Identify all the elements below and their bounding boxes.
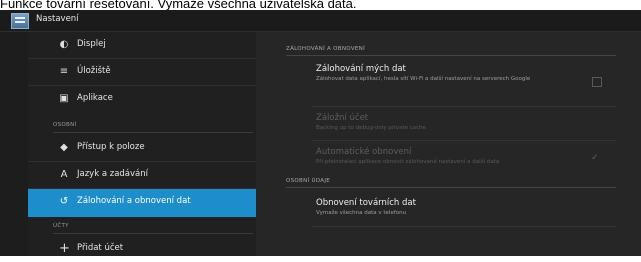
pref-divider xyxy=(311,226,616,227)
action-bar-title: Nastavení xyxy=(36,14,79,24)
pref-divider xyxy=(311,106,616,107)
pref-summary: Vymaže všechna data v telefonu xyxy=(316,210,407,216)
sidebar-header-personal: OSOBNÍ xyxy=(53,122,77,128)
pref-summary: Backing up to debug-only private cache xyxy=(316,125,426,131)
section-header-personal-data: OSOBNÍ ÚDAJE xyxy=(286,178,331,184)
backup-checkbox[interactable] xyxy=(592,77,602,87)
sidebar-item-storage[interactable]: ≡ Úložiště xyxy=(28,59,256,86)
settings-sidebar: ◐ Displej ≡ Úložiště ▣ Aplikace OSOBNÍ ◆… xyxy=(28,32,256,256)
pref-factory-reset[interactable]: Obnovení továrních dat Vymaže všechna da… xyxy=(316,198,616,217)
pref-title: Zálohování mých dat xyxy=(316,64,406,74)
sidebar-item-add-account[interactable]: + Přidat účet xyxy=(28,236,256,262)
sidebar-item-label: Aplikace xyxy=(77,93,113,103)
settings-app-icon[interactable] xyxy=(11,13,29,29)
sidebar-item-language[interactable]: A Jazyk a zadávání xyxy=(28,162,256,189)
section-header-backup: ZÁLOHOVÁNÍ A OBNOVENÍ xyxy=(286,46,365,52)
sidebar-item-backup[interactable]: ↺ Zálohování a obnovení dat xyxy=(28,189,256,217)
action-bar: Nastavení xyxy=(0,10,641,32)
sidebar-item-label: Přístup k poloze xyxy=(77,142,145,152)
checkmark-icon: ✓ xyxy=(591,153,599,163)
sidebar-item-label: Jazyk a zadávání xyxy=(77,169,149,179)
sidebar-header-accounts: ÚČTY xyxy=(53,223,69,229)
pref-title: Obnovení továrních dat xyxy=(316,198,416,208)
android-settings-screen: Nastavení ◐ Displej ≡ Úložiště ▣ Aplikac… xyxy=(0,10,641,256)
pref-divider xyxy=(311,140,616,141)
sidebar-item-label: Zálohování a obnovení dat xyxy=(77,196,191,206)
pref-backup-account: Záložní účet Backing up to debug-only pr… xyxy=(316,113,616,132)
storage-icon: ≡ xyxy=(59,66,69,77)
backup-icon: ↺ xyxy=(59,196,69,207)
pref-title: Záložní účet xyxy=(316,113,369,123)
apps-icon: ▣ xyxy=(59,93,69,104)
header-divider xyxy=(53,132,253,133)
settings-content: ZÁLOHOVÁNÍ A OBNOVENÍ Zálohování mých da… xyxy=(256,32,641,256)
sidebar-item-label: Úložiště xyxy=(77,66,111,76)
pref-title: Automatické obnovení xyxy=(316,147,412,157)
sidebar-item-label: Přidat účet xyxy=(77,243,124,253)
section-divider xyxy=(286,187,616,188)
sidebar-item-label: Displej xyxy=(77,39,106,49)
header-divider xyxy=(53,233,253,234)
location-icon: ◆ xyxy=(60,142,68,153)
pref-auto-restore: Automatické obnovení Při přeinstalaci ap… xyxy=(316,147,616,166)
section-divider xyxy=(286,55,616,56)
sidebar-item-apps[interactable]: ▣ Aplikace xyxy=(28,86,256,112)
plus-icon: + xyxy=(59,241,70,256)
pref-summary: Při přeinstalaci aplikace obnovit záloho… xyxy=(316,159,500,165)
pref-summary: Zálohovat data aplikací, hesla sítí Wi-F… xyxy=(316,76,531,82)
sidebar-item-display[interactable]: ◐ Displej xyxy=(28,32,256,59)
keyboard-icon: A xyxy=(60,169,68,180)
sidebar-item-location[interactable]: ◆ Přístup k poloze xyxy=(28,135,256,162)
pref-backup-data[interactable]: Zálohování mých dat Zálohovat data aplik… xyxy=(316,64,616,83)
brightness-icon: ◐ xyxy=(59,39,69,50)
